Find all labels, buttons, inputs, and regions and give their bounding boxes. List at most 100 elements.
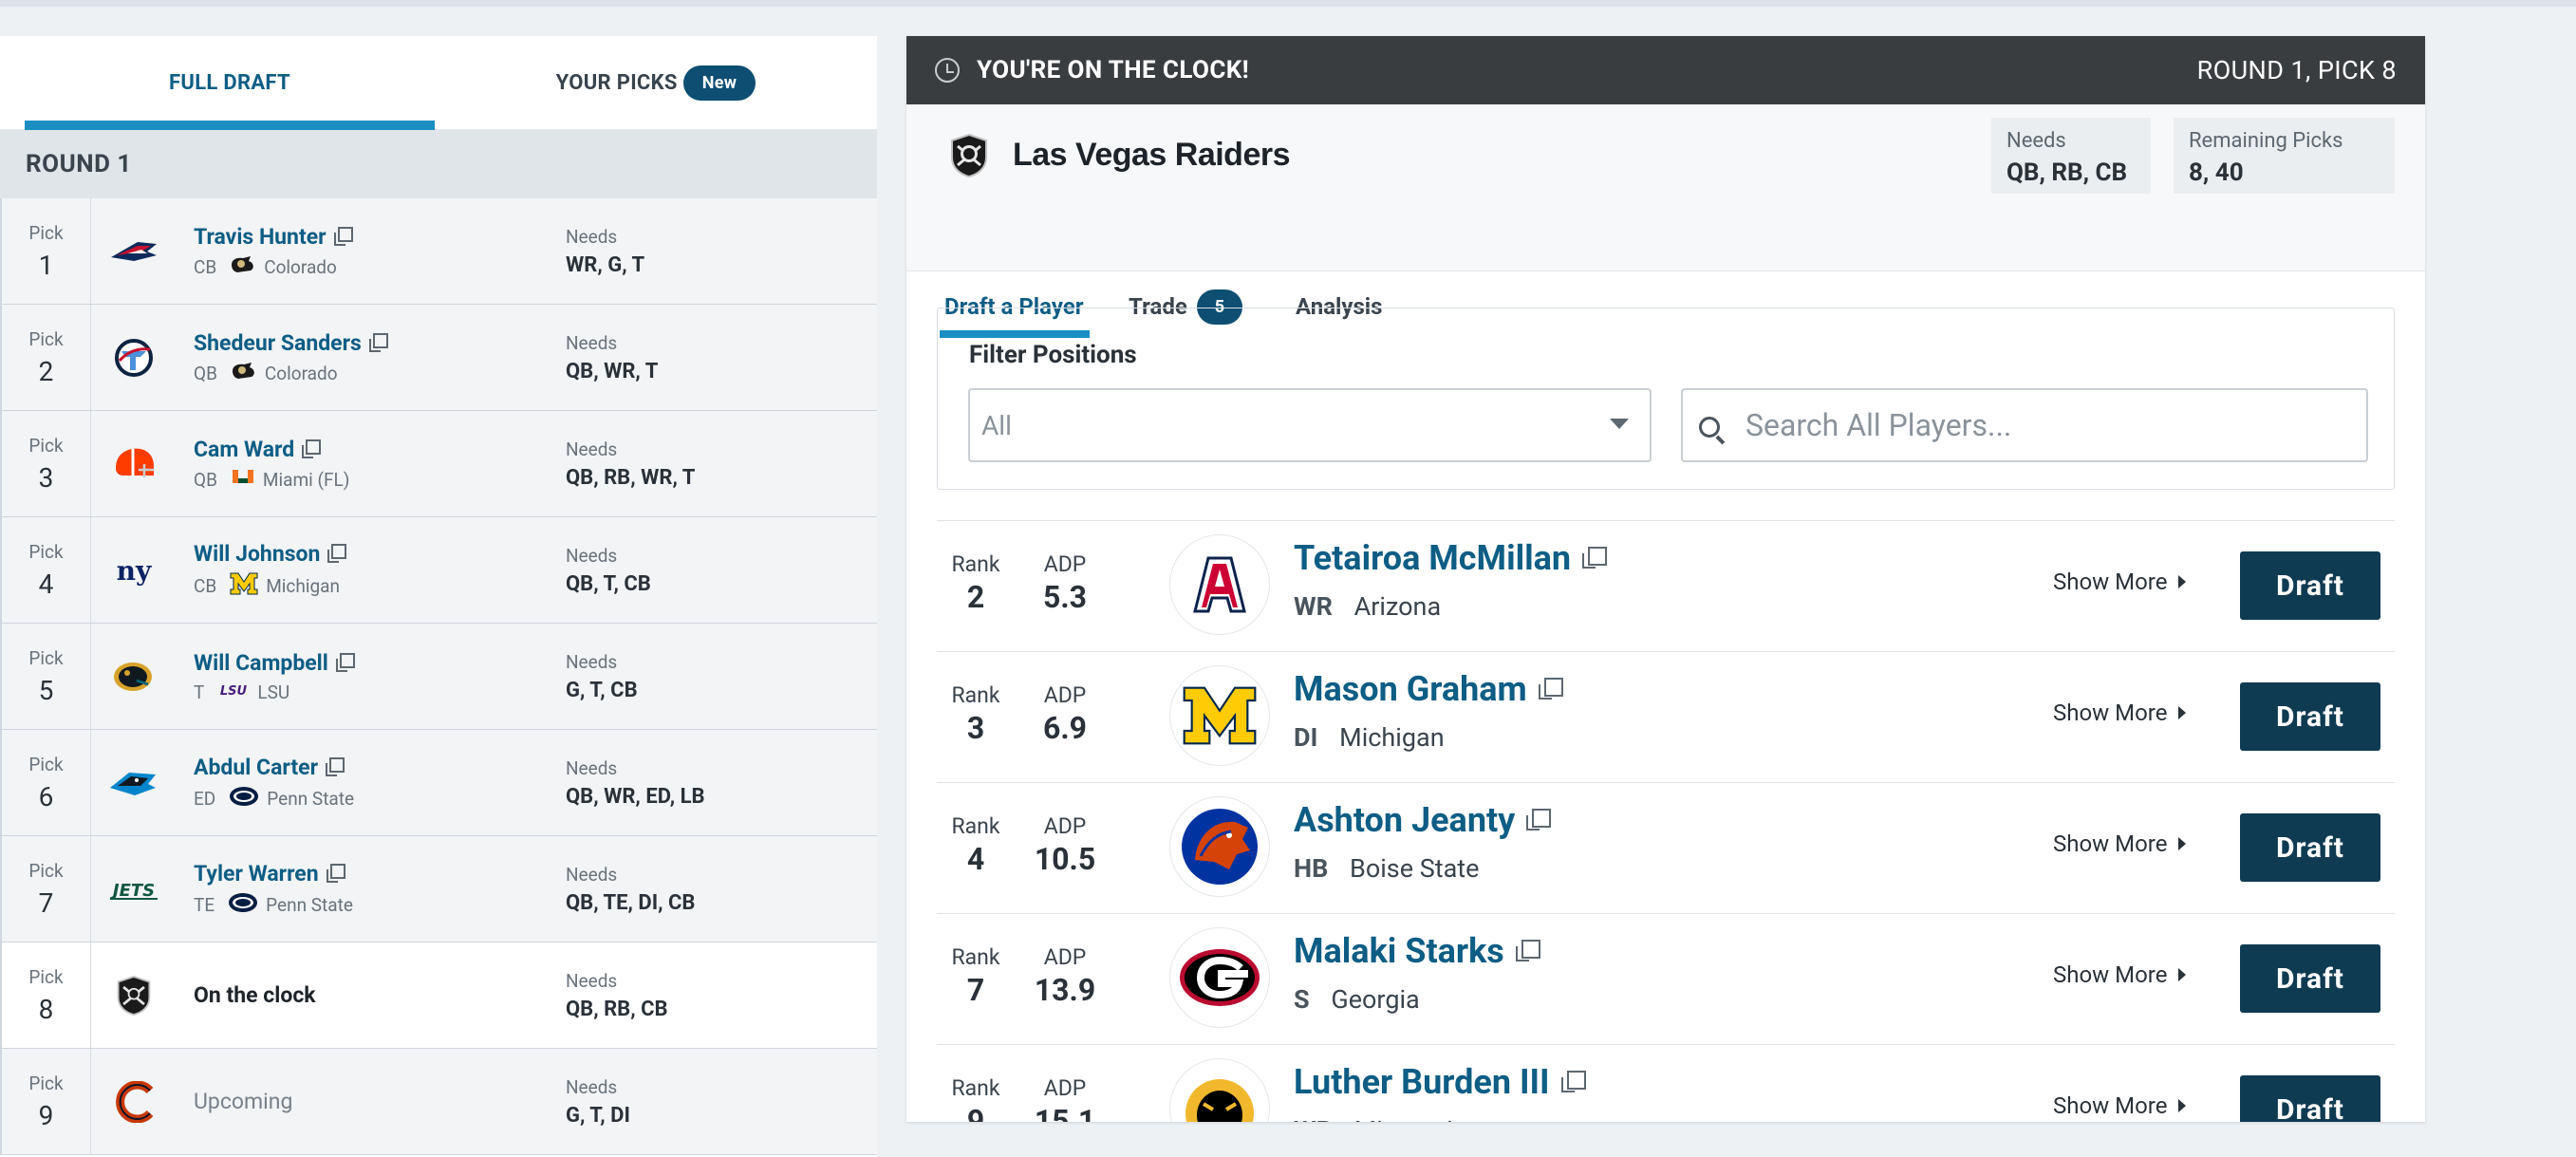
round-header: ROUND 1 <box>0 130 877 198</box>
player-position: DI <box>1294 722 1318 753</box>
pick-player-info: On the clock <box>177 942 560 1048</box>
pick-needs: Needs G, T, CB <box>560 624 638 729</box>
tab-your-picks[interactable]: YOUR PICKS New <box>435 36 877 130</box>
show-more-button[interactable]: Show More <box>2053 830 2187 857</box>
pick-player-meta: QB Colorado <box>194 362 560 385</box>
pick-number: Pick 9 <box>0 1049 91 1154</box>
svg-text:ny: ny <box>117 555 152 587</box>
show-more-label: Show More <box>2053 1092 2168 1119</box>
pick-row[interactable]: Pick 2 Shedeur Sanders QB Colorado Needs… <box>0 305 877 411</box>
player-meta: S Georgia <box>1294 984 1420 1015</box>
player-adp: ADP 5.3 <box>1032 551 1098 615</box>
pick-row[interactable]: Pick 7 JETS Tyler Warren TE Penn State N… <box>0 836 877 942</box>
search-input[interactable] <box>1681 388 2368 462</box>
pick-player-info: Will Johnson CB Michigan <box>177 517 560 623</box>
pick-row[interactable]: Pick 3 Cam Ward QB Miami (FL) Needs QB, … <box>0 411 877 517</box>
copy-icon[interactable] <box>1515 940 1540 961</box>
georgia-logo-icon <box>1169 927 1270 1028</box>
pick-player-school: Miami (FL) <box>262 468 350 491</box>
draft-button[interactable]: Draft <box>2240 1075 2380 1122</box>
svg-text:LSU: LSU <box>220 684 248 699</box>
team-header: Las Vegas Raiders Needs QB, RB, CB Remai… <box>906 104 2425 338</box>
pick-player-name-text: Abdul Carter <box>194 754 318 780</box>
pick-needs-value: QB, WR, T <box>566 359 659 383</box>
remaining-picks-box: Remaining Picks 8, 40 <box>2174 118 2395 194</box>
adp-label: ADP <box>1043 551 1087 577</box>
copy-icon[interactable] <box>326 757 345 776</box>
show-more-label: Show More <box>2053 569 2168 595</box>
show-more-label: Show More <box>2053 700 2168 726</box>
rank-label: Rank <box>951 551 1000 577</box>
pick-row[interactable]: Pick 5 Will Campbell T LSU LSU Needs G, … <box>0 624 877 730</box>
player-name[interactable]: Malaki Starks <box>1294 931 1540 971</box>
copy-icon[interactable] <box>327 544 347 563</box>
pick-row[interactable]: Pick 6 Abdul Carter ED Penn State Needs … <box>0 730 877 836</box>
pick-player-position: T <box>194 681 205 703</box>
pick-player-name[interactable]: Shedeur Sanders <box>194 330 560 356</box>
player-name[interactable]: Ashton Jeanty <box>1294 800 1552 840</box>
show-more-label: Show More <box>2053 961 2168 988</box>
pick-needs-value: QB, TE, DI, CB <box>566 890 696 915</box>
copy-icon[interactable] <box>1582 547 1608 569</box>
clock-icon <box>935 58 960 83</box>
pick-player-name[interactable]: Tyler Warren <box>194 861 560 886</box>
copy-icon[interactable] <box>326 864 345 883</box>
copy-icon[interactable] <box>335 653 355 672</box>
adp-value: 15.1 <box>1034 1103 1096 1122</box>
chevron-down-icon <box>1610 419 1629 429</box>
lsu-logo-icon: LSU <box>217 681 250 703</box>
show-more-button[interactable]: Show More <box>2053 569 2187 595</box>
copy-icon[interactable] <box>1538 678 1563 700</box>
copy-icon[interactable] <box>333 227 353 246</box>
pick-player-meta: ED Penn State <box>194 786 560 812</box>
draft-button[interactable]: Draft <box>2240 813 2380 882</box>
draft-button[interactable]: Draft <box>2240 682 2380 751</box>
pick-needs: Needs G, T, DI <box>560 1049 630 1154</box>
pick-player-info: Cam Ward QB Miami (FL) <box>177 411 560 516</box>
show-more-button[interactable]: Show More <box>2053 1092 2187 1119</box>
pick-player-position: QB <box>194 362 217 384</box>
pick-row[interactable]: Pick 8 On the clock Needs QB, RB, CB <box>0 942 877 1049</box>
position-select[interactable]: All <box>968 388 1652 462</box>
pick-needs-label: Needs <box>566 650 618 673</box>
adp-label: ADP <box>1043 944 1087 970</box>
giants-logo-icon: ny <box>91 517 177 623</box>
rank-value: 4 <box>966 841 985 877</box>
pick-player-name[interactable]: Will Campbell <box>194 650 560 676</box>
pick-row[interactable]: Pick 9 Upcoming Needs G, T, DI <box>0 1049 877 1155</box>
player-name[interactable]: Luther Burden III <box>1294 1062 1586 1102</box>
pick-player-name[interactable]: Travis Hunter <box>194 224 560 250</box>
pick-row[interactable]: Pick 1 Travis Hunter CB Colorado Needs W… <box>0 198 877 305</box>
copy-icon[interactable] <box>302 439 322 458</box>
browns-logo-icon <box>91 411 177 516</box>
show-more-button[interactable]: Show More <box>2053 700 2187 726</box>
pick-row[interactable]: Pick 4 ny Will Johnson CB Michigan Needs… <box>0 517 877 624</box>
pick-player-name[interactable]: Cam Ward <box>194 437 560 462</box>
tab-full-draft[interactable]: FULL DRAFT <box>25 36 435 130</box>
draft-button[interactable]: Draft <box>2240 944 2380 1013</box>
pick-number-value: 2 <box>38 355 54 387</box>
copy-icon[interactable] <box>1526 809 1552 830</box>
player-name[interactable]: Tetairoa McMillan <box>1294 538 1608 578</box>
pick-player-name[interactable]: Will Johnson <box>194 541 560 567</box>
pick-player-info: Will Campbell T LSU LSU <box>177 624 560 729</box>
pick-number: Pick 1 <box>0 198 91 304</box>
pick-player-name-text: Shedeur Sanders <box>194 329 362 356</box>
rank-label: Rank <box>951 1075 1000 1101</box>
pick-player-position: CB <box>194 255 217 278</box>
team-name: Las Vegas Raiders <box>1013 137 1291 173</box>
on-the-clock-title: YOU'RE ON THE CLOCK! <box>977 56 1250 84</box>
draft-button[interactable]: Draft <box>2240 551 2380 620</box>
arizona-logo-icon <box>1169 534 1270 635</box>
copy-icon[interactable] <box>1560 1071 1586 1092</box>
player-rank: Rank 2 <box>951 551 1000 615</box>
pick-player-position: CB <box>194 574 217 597</box>
pick-player-name[interactable]: Abdul Carter <box>194 755 560 780</box>
copy-icon[interactable] <box>368 333 388 352</box>
adp-value: 10.5 <box>1034 841 1096 877</box>
player-name[interactable]: Mason Graham <box>1294 669 1563 709</box>
show-more-button[interactable]: Show More <box>2053 961 2187 988</box>
pick-player-info: Upcoming <box>177 1049 560 1154</box>
pick-label: Pick <box>28 434 64 457</box>
pick-player-position: ED <box>194 787 216 810</box>
